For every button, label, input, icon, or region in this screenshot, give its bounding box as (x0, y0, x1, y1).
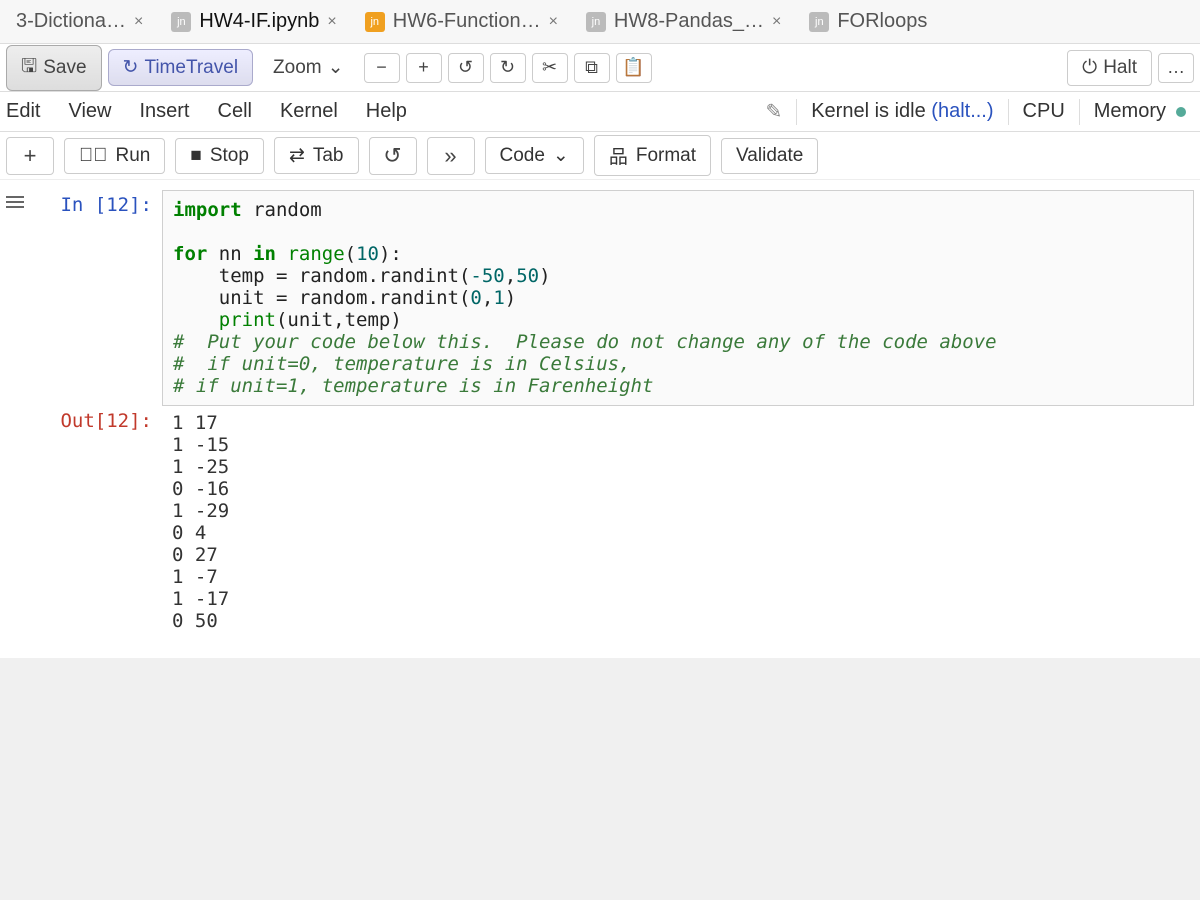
tab-label: Tab (313, 145, 344, 167)
notebook-area: In [12]: import random for nn in range(1… (0, 180, 1200, 658)
file-tabs: 3-Dictiona… × jn HW4-IF.ipynb × jn HW6-F… (0, 0, 1200, 44)
tab-hw6-function[interactable]: jn HW6-Function… × (353, 4, 570, 39)
toolbar-primary: 🖫 Save ↻ TimeTravel Zoom ⌄ − + ↺ ↻ ✂ ⧉ 📋… (0, 44, 1200, 92)
cut-button[interactable]: ✂ (532, 53, 568, 83)
close-icon[interactable]: × (134, 13, 143, 31)
chevron-down-icon: ⌄ (328, 56, 344, 79)
kernel-status: Kernel is idle (halt...) (811, 100, 993, 123)
menu-view[interactable]: View (68, 100, 111, 123)
tab-hw4-if[interactable]: jn HW4-IF.ipynb × (159, 4, 348, 39)
run-label: Run (116, 145, 151, 167)
close-icon[interactable]: × (327, 13, 336, 31)
zoom-label: Zoom (273, 57, 322, 79)
menu-kernel[interactable]: Kernel (280, 100, 338, 123)
menu-insert[interactable]: Insert (139, 100, 189, 123)
tab-label: HW4-IF.ipynb (199, 10, 319, 33)
jupyter-icon: jn (809, 12, 829, 32)
pencil-icon: ✎ (765, 99, 782, 124)
tab-button[interactable]: ⇄ Tab (274, 137, 359, 174)
more-button[interactable]: … (1158, 53, 1194, 83)
jupyter-icon: jn (171, 12, 191, 32)
halt-link[interactable]: (halt...) (931, 100, 993, 122)
stop-label: Stop (210, 145, 249, 167)
validate-button[interactable]: Validate (721, 138, 818, 174)
stop-button[interactable]: ■ Stop (175, 138, 264, 174)
run-button[interactable]: ▶⃓ Run (64, 138, 165, 174)
close-icon[interactable]: × (549, 13, 558, 31)
menubar: Edit View Insert Cell Kernel Help ✎ Kern… (0, 92, 1200, 132)
output-cell: Out[12]: 1 17 1 -15 1 -25 0 -16 1 -29 0 … (6, 406, 1194, 638)
tab-label: FORloops (837, 10, 927, 33)
stop-icon: ■ (190, 145, 201, 167)
chevron-down-icon: ⌄ (553, 144, 569, 167)
undo-button[interactable]: ↺ (448, 53, 484, 83)
power-icon: ⏻ (1082, 57, 1097, 79)
memory-label: Memory (1094, 100, 1166, 123)
zoom-in-button[interactable]: + (406, 53, 442, 83)
format-icon: 品 (609, 142, 628, 169)
paste-button[interactable]: 📋 (616, 53, 652, 83)
close-icon[interactable]: × (772, 13, 781, 31)
cpu-label: CPU (1023, 100, 1065, 123)
history-icon: ↻ (123, 56, 139, 79)
add-cell-button[interactable]: + (6, 137, 54, 175)
zoom-dropdown[interactable]: Zoom ⌄ (259, 50, 358, 85)
run-all-button[interactable]: » (427, 137, 475, 175)
toolbar-secondary: + ▶⃓ Run ■ Stop ⇄ Tab ↺ » Code ⌄ 品 Forma… (0, 132, 1200, 180)
out-prompt: Out[12]: (32, 406, 152, 432)
copy-button[interactable]: ⧉ (574, 53, 610, 83)
save-icon: 🖫 (21, 52, 37, 84)
timetravel-button[interactable]: ↻ TimeTravel (108, 49, 254, 86)
output-text: 1 17 1 -15 1 -25 0 -16 1 -29 0 4 0 27 1 … (162, 406, 1194, 638)
jupyter-icon: jn (586, 12, 606, 32)
tab-label: HW8-Pandas_… (614, 10, 764, 33)
jupyter-icon: jn (365, 12, 385, 32)
play-icon: ▶⃓ (79, 145, 108, 167)
tab-icon: ⇄ (289, 144, 305, 167)
validate-label: Validate (736, 145, 803, 167)
tab-label: HW6-Function… (393, 10, 541, 33)
halt-button[interactable]: ⏻ Halt (1067, 50, 1152, 86)
tab-label: 3-Dictiona… (16, 10, 126, 33)
menu-edit[interactable]: Edit (6, 100, 40, 123)
drag-handle-icon[interactable] (6, 196, 24, 208)
tab-dictiona[interactable]: 3-Dictiona… × (4, 4, 155, 39)
code-cell[interactable]: In [12]: import random for nn in range(1… (6, 190, 1194, 406)
restart-kernel-button[interactable]: ↺ (369, 137, 417, 175)
timetravel-label: TimeTravel (144, 57, 238, 79)
halt-label: Halt (1103, 57, 1137, 79)
format-button[interactable]: 品 Format (594, 135, 711, 176)
code-editor[interactable]: import random for nn in range(10): temp … (162, 190, 1194, 406)
save-label: Save (43, 57, 86, 79)
redo-button[interactable]: ↻ (490, 53, 526, 83)
cell-type-label: Code (500, 145, 545, 167)
memory-indicator-icon (1176, 107, 1186, 117)
menu-help[interactable]: Help (366, 100, 407, 123)
in-prompt: In [12]: (32, 190, 152, 216)
menu-cell[interactable]: Cell (218, 100, 252, 123)
cell-type-dropdown[interactable]: Code ⌄ (485, 137, 584, 174)
zoom-out-button[interactable]: − (364, 53, 400, 83)
tab-hw8-pandas[interactable]: jn HW8-Pandas_… × (574, 4, 793, 39)
tab-forloops[interactable]: jn FORloops (797, 4, 939, 39)
format-label: Format (636, 145, 696, 167)
save-button[interactable]: 🖫 Save (6, 45, 102, 91)
